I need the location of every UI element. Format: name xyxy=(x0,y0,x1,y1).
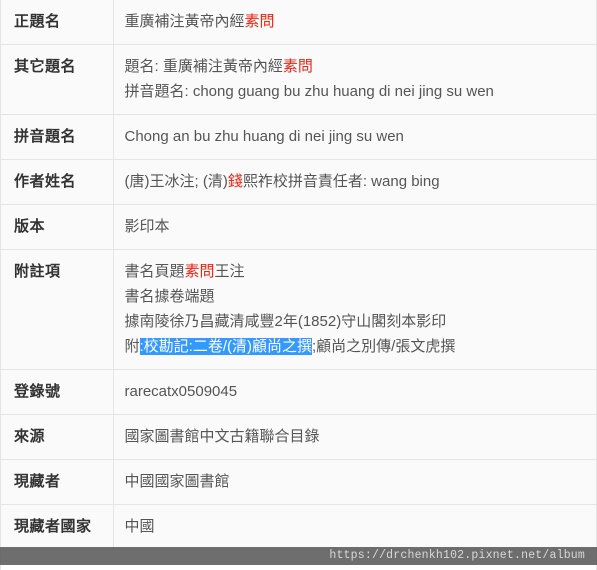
selected-text: :校勘記:二卷/(清)顧尚之撰 xyxy=(139,338,313,355)
text-segment: 重廣補注黃帝內經 xyxy=(124,13,245,30)
record-table-body: 正題名 重廣補注黃帝內經素問 其它題名 題名: 重廣補注黃帝內經素問 拼音題名: cho… xyxy=(0,0,597,550)
text-segment: 國家圖書館中文古籍聯合目錄 xyxy=(124,428,320,445)
text-segment: 影印本 xyxy=(124,218,170,235)
highlighted-term: 錢 xyxy=(227,173,243,190)
field-value: 書名頁題素問王注 書名據卷端題 據南陵徐乃昌藏清咸豐2年(1852)守山閣刻本影印附… xyxy=(113,249,597,370)
text-segment: 中國 xyxy=(124,518,155,535)
highlighted-term: 素問 xyxy=(244,13,275,30)
field-value-line: 中國國家圖書館 xyxy=(125,469,588,494)
text-segment: 附 xyxy=(124,338,140,355)
field-value: 國家圖書館中文古籍聯合目錄 xyxy=(113,414,597,460)
table-row: 正題名 重廣補注黃帝內經素問 xyxy=(0,0,597,45)
table-row: 作者姓名 (唐)王冰注; (清)錢熙祚校拼音責任者: wang bing xyxy=(0,159,597,205)
field-value: (唐)王冰注; (清)錢熙祚校拼音責任者: wang bing xyxy=(113,159,597,205)
field-value-line: 書名據卷端題 xyxy=(125,284,588,309)
field-value: 影印本 xyxy=(113,204,597,250)
table-row: 其它題名 題名: 重廣補注黃帝內經素問拼音題名: chong guang bu z… xyxy=(0,44,597,115)
text-segment: 拼音題名: chong guang bu zhu huang di nei ji… xyxy=(124,83,494,100)
field-value: 中國 xyxy=(113,504,597,550)
bibliographic-record-table: 正題名 重廣補注黃帝內經素問 其它題名 題名: 重廣補注黃帝內經素問 拼音題名: cho… xyxy=(0,0,597,550)
field-value: rarecatx0509045 xyxy=(113,369,597,415)
field-label: 作者姓名 xyxy=(0,159,114,205)
text-segment: Chong an bu zhu huang di nei jing su wen xyxy=(124,128,404,145)
field-value-line: 附:校勘記:二卷/(清)顧尚之撰;顧尚之別傳/張文虎撰 xyxy=(125,334,588,359)
text-segment: 中國國家圖書館 xyxy=(124,473,230,490)
table-row: 版本 影印本 xyxy=(0,204,597,250)
table-row: 現藏者國家 中國 xyxy=(0,504,597,550)
text-segment: 書名頁題 xyxy=(124,263,185,280)
field-value-line: (唐)王冰注; (清)錢熙祚校拼音責任者: wang bing xyxy=(125,169,588,194)
field-value: 題名: 重廣補注黃帝內經素問拼音題名: chong guang bu zhu h… xyxy=(113,44,597,115)
table-row: 來源 國家圖書館中文古籍聯合目錄 xyxy=(0,414,597,460)
text-segment: 王注 xyxy=(214,263,245,280)
field-value-line: 據南陵徐乃昌藏清咸豐2年(1852)守山閣刻本影印 xyxy=(125,309,588,334)
field-value-line: 重廣補注黃帝內經素問 xyxy=(125,9,588,34)
field-label: 正題名 xyxy=(0,0,114,45)
table-row: 登錄號 rarecatx0509045 xyxy=(0,369,597,415)
highlighted-term: 素問 xyxy=(282,58,313,75)
field-value-line: 中國 xyxy=(125,514,588,539)
field-label: 登錄號 xyxy=(0,369,114,415)
table-left-border xyxy=(0,0,1,570)
field-label: 現藏者 xyxy=(0,459,114,505)
field-value-line: rarecatx0509045 xyxy=(125,379,588,404)
field-value-line: 國家圖書館中文古籍聯合目錄 xyxy=(125,424,588,449)
field-label: 版本 xyxy=(0,204,114,250)
field-label: 其它題名 xyxy=(0,44,114,115)
field-label: 現藏者國家 xyxy=(0,504,114,550)
field-value: 中國國家圖書館 xyxy=(113,459,597,505)
field-value: Chong an bu zhu huang di nei jing su wen xyxy=(113,114,597,160)
text-segment: ;顧尚之別傳/張文虎撰 xyxy=(312,338,456,355)
field-label: 拼音題名 xyxy=(0,114,114,160)
field-label: 來源 xyxy=(0,414,114,460)
highlighted-term: 素問 xyxy=(184,263,215,280)
field-value-line: Chong an bu zhu huang di nei jing su wen xyxy=(125,124,588,149)
field-value-line: 影印本 xyxy=(125,214,588,239)
text-segment: 書名據卷端題 xyxy=(124,288,215,305)
text-segment: 據南陵徐乃昌藏清咸豐2年(1852)守山閣刻本影印 xyxy=(124,313,447,330)
table-row: 附註項 書名頁題素問王注書名據卷端題據南陵徐乃昌藏清咸豐2年(1852)守山閣刻本… xyxy=(0,249,597,370)
table-row: 現藏者 中國國家圖書館 xyxy=(0,459,597,505)
field-value-line: 書名頁題素問王注 xyxy=(125,259,588,284)
text-segment: 題名: 重廣補注黃帝內經 xyxy=(124,58,283,75)
watermark-url-text: https://drchenkh102.pixnet.net/album xyxy=(329,549,585,562)
table-row: 拼音題名 Chong an bu zhu huang di nei jing su… xyxy=(0,114,597,160)
field-value-line: 拼音題名: chong guang bu zhu huang di nei ji… xyxy=(125,79,588,104)
text-segment: rarecatx0509045 xyxy=(124,383,238,400)
field-label: 附註項 xyxy=(0,249,114,370)
watermark-url-bar: https://drchenkh102.pixnet.net/album xyxy=(0,547,597,565)
field-value-line: 題名: 重廣補注黃帝內經素問 xyxy=(125,54,588,79)
text-segment: (唐)王冰注; (清) xyxy=(124,173,228,190)
field-value: 重廣補注黃帝內經素問 xyxy=(113,0,597,45)
text-segment: 熙祚校拼音責任者: wang bing xyxy=(242,173,440,190)
